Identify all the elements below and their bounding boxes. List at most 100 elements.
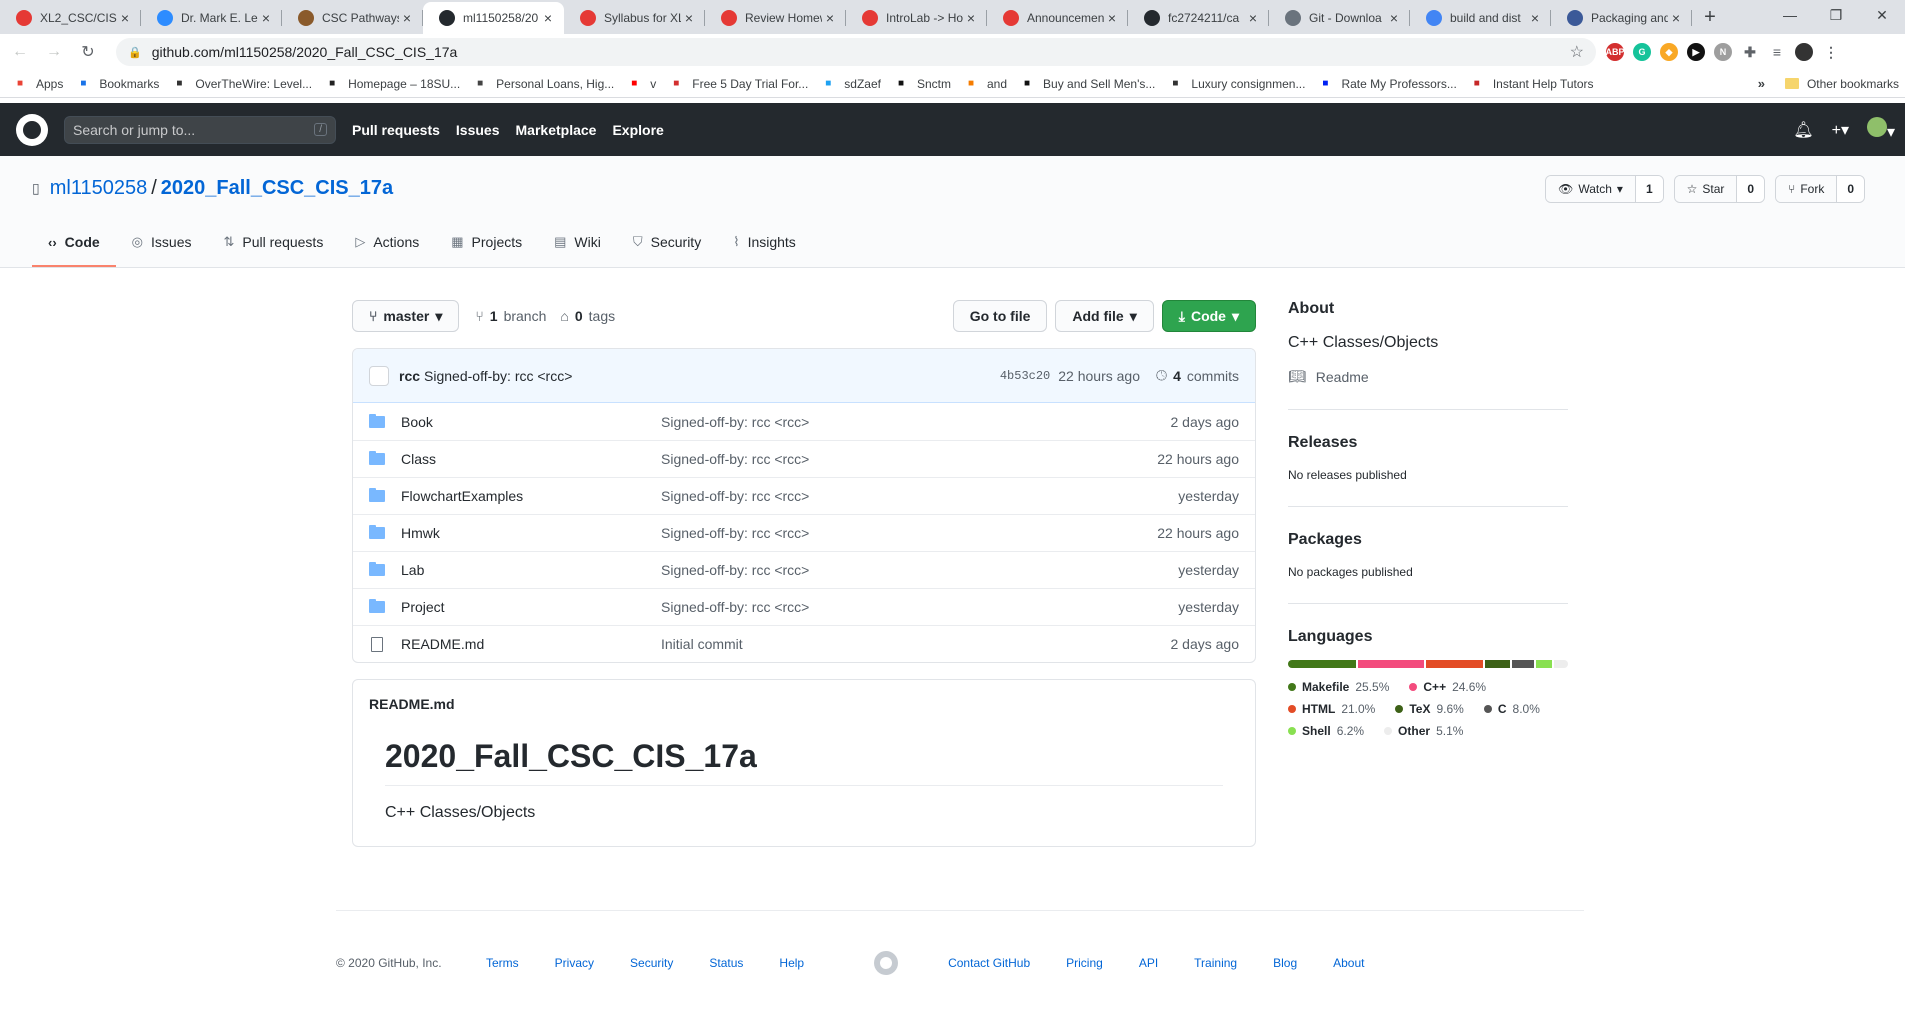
- footer-link[interactable]: Contact GitHub: [948, 956, 1030, 970]
- repo-tab[interactable]: ⇅ Pull requests: [207, 219, 339, 267]
- watch-button[interactable]: 👁︎ Watch ▾: [1546, 176, 1635, 202]
- bookmark-star-icon[interactable]: ☆: [1570, 42, 1584, 62]
- minimize-icon[interactable]: —: [1767, 0, 1813, 30]
- restore-icon[interactable]: ❐: [1813, 0, 1859, 30]
- repo-tab[interactable]: ‹› Code: [32, 219, 116, 267]
- go-to-file-button[interactable]: Go to file: [952, 300, 1048, 332]
- close-window-icon[interactable]: ✕: [1859, 0, 1905, 30]
- browser-tab[interactable]: Announcemen ×: [987, 2, 1128, 34]
- file-name-link[interactable]: Hmwk: [401, 525, 661, 541]
- language-item[interactable]: C 8.0%: [1483, 702, 1540, 716]
- bookmark-item[interactable]: ■ Free 5 Day Trial For...: [668, 76, 808, 92]
- tab-close-icon[interactable]: ×: [822, 10, 838, 26]
- readme-link[interactable]: 📖︎ Readme: [1288, 368, 1568, 385]
- tab-close-icon[interactable]: ×: [1104, 10, 1120, 26]
- file-name-link[interactable]: Project: [401, 599, 661, 615]
- global-nav-item[interactable]: Issues: [456, 122, 500, 138]
- language-item[interactable]: HTML 21.0%: [1288, 702, 1375, 716]
- footer-link[interactable]: Pricing: [1066, 956, 1103, 970]
- global-nav-item[interactable]: Marketplace: [516, 122, 597, 138]
- bookmark-item[interactable]: ■ sdZaef: [820, 76, 881, 92]
- bookmarks-overflow-icon[interactable]: »: [1758, 76, 1765, 91]
- branches-link[interactable]: ⑂ 1 branch: [475, 308, 546, 324]
- footer-link[interactable]: API: [1139, 956, 1158, 970]
- packages-title[interactable]: Packages: [1288, 531, 1568, 549]
- language-item[interactable]: Makefile 25.5%: [1288, 680, 1389, 694]
- footer-link[interactable]: Security: [630, 956, 673, 970]
- code-download-button[interactable]: ⤓ Code ▾: [1161, 300, 1256, 332]
- star-count[interactable]: 0: [1736, 176, 1765, 202]
- repo-owner-link[interactable]: ml1150258: [50, 177, 147, 200]
- fork-button[interactable]: ⑂ Fork: [1776, 176, 1837, 202]
- omnibox[interactable]: 🔒 github.com/ml1150258/2020_Fall_CSC_CIS…: [116, 38, 1596, 66]
- tab-close-icon[interactable]: ×: [1527, 10, 1543, 26]
- bookmark-item[interactable]: ■ v: [626, 76, 656, 92]
- footer-link[interactable]: About: [1333, 956, 1364, 970]
- file-name-link[interactable]: Book: [401, 414, 661, 430]
- bookmark-item[interactable]: ■ Rate My Professors...: [1317, 76, 1456, 92]
- footer-link[interactable]: Training: [1194, 956, 1237, 970]
- bookmark-item[interactable]: ■ Bookmarks: [75, 76, 159, 92]
- bookmark-item[interactable]: ■ and: [963, 76, 1007, 92]
- repo-tab[interactable]: ▦ Projects: [435, 219, 538, 267]
- readme-filename[interactable]: README.md: [369, 696, 1239, 712]
- search-box[interactable]: /: [64, 115, 336, 144]
- search-input[interactable]: [73, 121, 315, 138]
- url-text[interactable]: github.com/ml1150258/2020_Fall_CSC_CIS_1…: [152, 44, 1570, 60]
- branch-select-button[interactable]: ⑂ master ▾: [352, 300, 460, 332]
- commit-author-avatar[interactable]: [369, 365, 389, 386]
- tab-close-icon[interactable]: ×: [1386, 10, 1402, 26]
- file-name-link[interactable]: Lab: [401, 562, 661, 578]
- honey-extension-icon[interactable]: ◆: [1660, 43, 1678, 61]
- bookmark-item[interactable]: ■ OverTheWire: Level...: [171, 76, 312, 92]
- bookmark-item[interactable]: ■ Apps: [12, 76, 63, 92]
- reading-list-icon[interactable]: ≡: [1768, 43, 1786, 61]
- file-commit-message[interactable]: Signed-off-by: rcc <rcc>: [661, 488, 1178, 504]
- repo-tab[interactable]: ⌇ Insights: [717, 219, 812, 267]
- browser-tab[interactable]: fc2724211/ca ×: [1128, 2, 1269, 34]
- language-item[interactable]: TeX 9.6%: [1395, 702, 1464, 716]
- browser-tab[interactable]: build and dist ×: [1410, 2, 1551, 34]
- new-tab-icon[interactable]: +: [1696, 3, 1724, 31]
- repo-name-link[interactable]: 2020_Fall_CSC_CIS_17a: [161, 177, 393, 200]
- file-commit-message[interactable]: Signed-off-by: rcc <rcc>: [661, 451, 1157, 467]
- commit-message[interactable]: Signed-off-by: rcc <rcc>: [424, 368, 1000, 384]
- tab-close-icon[interactable]: ×: [117, 10, 133, 26]
- browser-tab[interactable]: Review Homew ×: [705, 2, 846, 34]
- language-item[interactable]: C++ 24.6%: [1409, 680, 1486, 694]
- file-commit-message[interactable]: Signed-off-by: rcc <rcc>: [661, 599, 1178, 615]
- tab-close-icon[interactable]: ×: [681, 10, 697, 26]
- browser-tab[interactable]: XL2_CSC/CIS- ×: [0, 2, 141, 34]
- adblock-extension-icon[interactable]: ABP: [1606, 43, 1625, 61]
- repo-tab[interactable]: ◎ Issues: [116, 219, 208, 267]
- github-mark-icon[interactable]: [874, 951, 899, 975]
- footer-link[interactable]: Blog: [1273, 956, 1297, 970]
- reload-icon[interactable]: ↻: [74, 38, 102, 66]
- file-commit-message[interactable]: Signed-off-by: rcc <rcc>: [661, 525, 1157, 541]
- tab-close-icon[interactable]: ×: [399, 10, 415, 26]
- tab-close-icon[interactable]: ×: [1668, 10, 1684, 26]
- footer-link[interactable]: Terms: [486, 956, 519, 970]
- tab-close-icon[interactable]: ×: [1245, 10, 1261, 26]
- create-new-plus-icon[interactable]: +▾: [1832, 120, 1849, 140]
- file-name-link[interactable]: README.md: [401, 636, 661, 652]
- grammarly-extension-icon[interactable]: G: [1633, 43, 1651, 61]
- footer-link[interactable]: Privacy: [555, 956, 594, 970]
- tab-close-icon[interactable]: ×: [258, 10, 274, 26]
- media-extension-icon[interactable]: ▶: [1687, 43, 1705, 61]
- profile-avatar[interactable]: [1795, 43, 1813, 61]
- tags-link[interactable]: ⌂ 0 tags: [560, 308, 615, 324]
- file-name-link[interactable]: Class: [401, 451, 661, 467]
- footer-link[interactable]: Status: [709, 956, 743, 970]
- add-file-button[interactable]: Add file ▾: [1055, 300, 1154, 332]
- bookmark-item[interactable]: ■ Homepage – 18SU...: [324, 76, 460, 92]
- language-item[interactable]: Shell 6.2%: [1288, 724, 1364, 738]
- browser-tab[interactable]: Git - Downloa ×: [1269, 2, 1410, 34]
- tab-close-icon[interactable]: ×: [540, 10, 556, 26]
- fork-count[interactable]: 0: [1836, 176, 1864, 202]
- file-name-link[interactable]: FlowchartExamples: [401, 488, 661, 504]
- other-bookmarks[interactable]: Other bookmarks: [1784, 77, 1899, 91]
- github-logo-icon[interactable]: [16, 113, 48, 146]
- bookmark-item[interactable]: ■ Buy and Sell Men's...: [1019, 76, 1155, 92]
- file-commit-message[interactable]: Signed-off-by: rcc <rcc>: [661, 414, 1171, 430]
